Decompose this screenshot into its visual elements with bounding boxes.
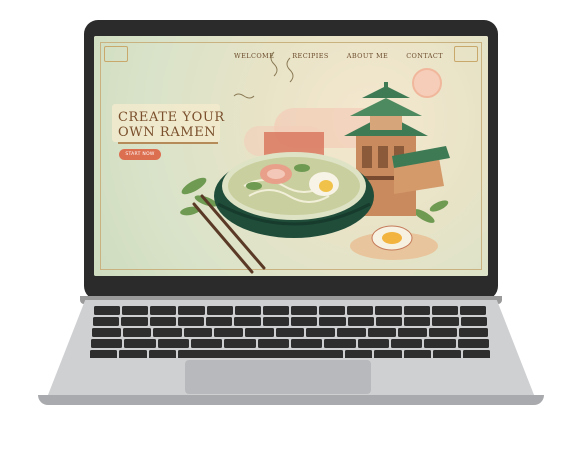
key[interactable] [306, 328, 335, 337]
key[interactable] [344, 350, 373, 358]
key[interactable] [92, 328, 121, 337]
spacebar-key[interactable] [178, 350, 343, 358]
key[interactable] [177, 317, 205, 326]
key[interactable] [121, 317, 148, 326]
key-row [88, 317, 492, 326]
key[interactable] [374, 350, 402, 358]
key[interactable] [94, 306, 121, 315]
key[interactable] [150, 306, 177, 315]
steam-illustration [233, 51, 294, 99]
key[interactable] [90, 350, 118, 358]
key[interactable] [153, 328, 182, 337]
key[interactable] [457, 339, 489, 348]
arrow-right-key[interactable] [462, 350, 490, 358]
key[interactable] [459, 328, 488, 337]
key[interactable] [91, 339, 123, 348]
key[interactable] [319, 317, 346, 326]
key[interactable] [291, 339, 323, 348]
key[interactable] [347, 306, 374, 315]
egg-plate-illustration [350, 225, 438, 260]
key[interactable] [262, 306, 289, 315]
key[interactable] [206, 306, 233, 315]
key[interactable] [275, 328, 305, 337]
key[interactable] [319, 306, 346, 315]
key[interactable] [119, 350, 147, 358]
key[interactable] [149, 317, 176, 326]
key[interactable] [191, 339, 223, 348]
key[interactable] [178, 306, 205, 315]
key[interactable] [291, 317, 318, 326]
key[interactable] [431, 306, 458, 315]
key[interactable] [424, 339, 456, 348]
key[interactable] [403, 306, 430, 315]
key[interactable] [124, 339, 156, 348]
key[interactable] [291, 306, 318, 315]
key[interactable] [459, 306, 486, 315]
key[interactable] [390, 339, 423, 348]
key[interactable] [122, 306, 149, 315]
key-row [88, 306, 492, 315]
trackpad[interactable] [185, 360, 371, 394]
key[interactable] [375, 317, 403, 326]
arrow-updown-key[interactable] [433, 350, 461, 358]
key[interactable] [347, 317, 374, 326]
arrow-left-key[interactable] [403, 350, 432, 358]
key[interactable] [234, 317, 261, 326]
key[interactable] [428, 328, 458, 337]
laptop-base-edge [38, 395, 544, 405]
ramen-illustration [180, 51, 450, 274]
key[interactable] [432, 317, 459, 326]
key[interactable] [375, 306, 402, 315]
key[interactable] [157, 339, 190, 348]
key[interactable] [357, 339, 389, 348]
key[interactable] [262, 317, 289, 326]
key[interactable] [183, 328, 213, 337]
key-row [88, 328, 492, 337]
key[interactable] [224, 339, 256, 348]
key[interactable] [460, 317, 487, 326]
key[interactable] [398, 328, 427, 337]
keyboard[interactable] [88, 306, 492, 358]
key[interactable] [206, 317, 233, 326]
key[interactable] [245, 328, 274, 337]
key[interactable] [404, 317, 431, 326]
key[interactable] [214, 328, 244, 337]
ramen-bowl-illustration [214, 152, 374, 238]
key[interactable] [367, 328, 397, 337]
key[interactable] [336, 328, 366, 337]
key-row [88, 350, 492, 358]
key[interactable] [148, 350, 177, 358]
key-row [88, 339, 492, 348]
key[interactable] [257, 339, 289, 348]
key[interactable] [324, 339, 356, 348]
key[interactable] [234, 306, 261, 315]
website-screen: WELCOME RECIPIES ABOUT ME CONTACT CREATE… [94, 36, 488, 276]
key[interactable] [93, 317, 120, 326]
key[interactable] [122, 328, 152, 337]
